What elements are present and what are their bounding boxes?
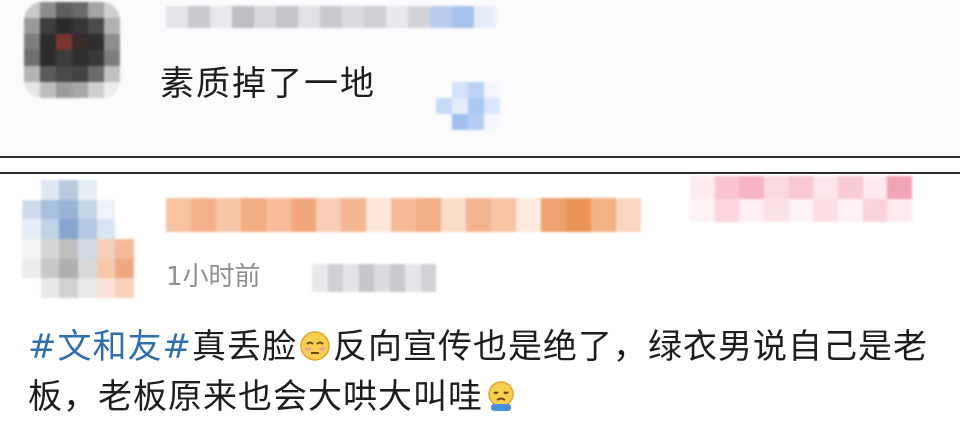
username-redacted[interactable]	[166, 6, 496, 28]
username-redacted[interactable]	[166, 198, 666, 232]
comment-text: #文和友#真丢脸 反向宣传也是绝了，绿衣男说自己是老板，老板原来也会大哄大叫哇	[28, 324, 938, 424]
spacer	[0, 158, 960, 172]
avatar[interactable]	[22, 180, 134, 298]
timestamp: 1小时前	[166, 262, 261, 292]
avatar[interactable]	[24, 2, 120, 98]
comment-text-segment: 真丢脸	[191, 327, 297, 367]
comment-list-screenshot: 素质掉了一地 1小时前 #文和友#真丢脸 反向宣传也是绝了，绿衣男说自己是老板，老…	[0, 0, 960, 424]
shy-emoji-icon	[299, 328, 331, 374]
location-redacted	[312, 264, 436, 292]
user-badge-redacted	[690, 176, 912, 222]
crying-emoji-icon	[485, 378, 517, 424]
blurred-icon	[436, 82, 500, 130]
comment-text: 素质掉了一地	[160, 64, 376, 104]
hashtag-link[interactable]: #文和友#	[28, 327, 192, 367]
